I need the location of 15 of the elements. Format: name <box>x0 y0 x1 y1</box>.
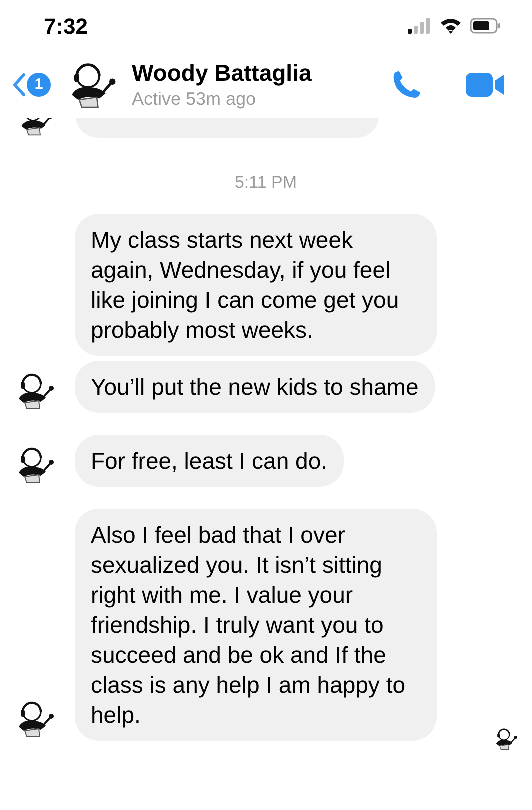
back-button[interactable]: 1 <box>12 73 51 97</box>
message-timestamp: 5:11 PM <box>234 173 298 192</box>
back-chevron-icon <box>12 73 26 97</box>
active-status: Active 53m ago <box>132 88 258 111</box>
battery-icon <box>470 18 502 34</box>
status-time: 7:32 <box>44 12 88 40</box>
wifi-icon <box>440 18 462 34</box>
message-bubble: For free, least I can do. <box>75 435 344 487</box>
contact-name: Woody Battaglia <box>132 59 312 88</box>
signal-icon <box>408 18 432 34</box>
video-camera-icon[interactable] <box>466 71 506 99</box>
unread-badge: 1 <box>27 73 51 97</box>
message-bubble: You’ll put the new kids to shame <box>75 361 435 413</box>
message-bubble: My class starts next week again, Wednesday, if you feel like joining I can come get you probably most weeks. <box>75 214 437 356</box>
message-bubble: Also I feel bad that I over sexualized you. It isn’t sitting right with me. I value your friendship. I truly want you to succeed and be ok and If the class is any help I am happy to help. <box>75 509 437 741</box>
